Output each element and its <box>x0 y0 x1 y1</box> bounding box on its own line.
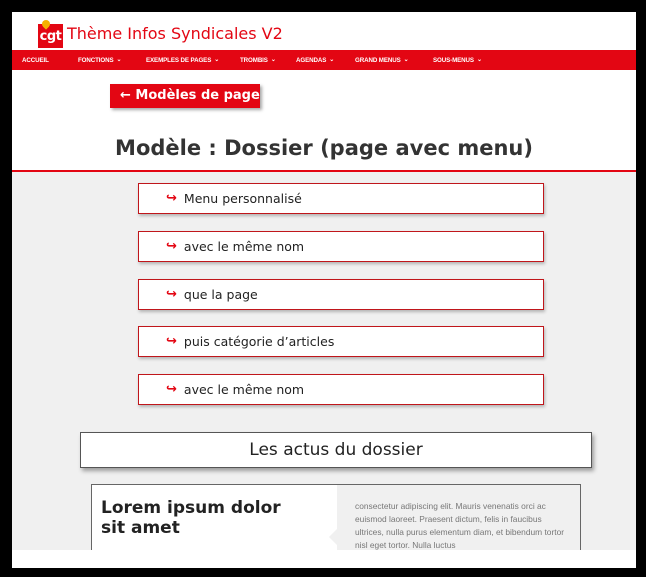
nav-item-grand-menus[interactable]: GRAND MENUS ⌄ <box>355 57 409 64</box>
dossier-menu-item-label: avec le même nom <box>183 239 305 254</box>
chevron-down-icon: ⌄ <box>270 57 276 63</box>
chevron-down-icon: ⌄ <box>329 57 335 63</box>
cgt-logo[interactable]: cgt <box>38 18 63 48</box>
nav-item-label: TROMBIS <box>240 56 268 64</box>
nav-item-label: GRAND MENUS <box>355 56 401 64</box>
nav-item-label: ACCUEIL <box>22 56 49 64</box>
back-to-page-models-button[interactable]: ← Modèles de page <box>110 84 260 108</box>
dossier-menu-item-label: avec le même nom <box>183 382 305 397</box>
nav-item-trombis[interactable]: TROMBIS ⌄ <box>240 57 276 64</box>
redo-arrow-icon: ↪ <box>166 239 177 254</box>
article-title[interactable]: Lorem ipsum dolor sit amet <box>101 498 291 538</box>
card-notch <box>329 529 337 545</box>
browser-viewport: cgt Thème Infos Syndicales V2 ACCUEIL FON… <box>12 12 636 568</box>
redo-arrow-icon: ↪ <box>166 334 177 349</box>
dossier-menu-item[interactable]: ↪ Menu personnalisé <box>138 183 544 214</box>
page-bottom-strip <box>12 550 636 568</box>
nav-item-label: SOUS-MENUS <box>433 56 474 64</box>
logo-text: cgt <box>39 29 62 44</box>
nav-item-label: FONCTIONS <box>78 56 114 64</box>
nav-item-fonctions[interactable]: FONCTIONS ⌄ <box>78 56 122 64</box>
nav-item-accueil[interactable]: ACCUEIL <box>22 57 49 64</box>
nav-item-label: AGENDAS <box>296 56 327 64</box>
redo-arrow-icon: ↪ <box>166 382 177 397</box>
dossier-menu-item-label: puis catégorie d’articles <box>183 334 335 349</box>
main-nav: ACCUEIL FONCTIONS ⌄ EXEMPLES DE PAGES ⌄ TROMB… <box>12 50 636 70</box>
flame-icon <box>40 18 52 30</box>
redo-arrow-icon: ↪ <box>166 287 177 302</box>
section-heading: Les actus du dossier <box>80 432 592 468</box>
site-title[interactable]: Thème Infos Syndicales V2 <box>67 24 283 44</box>
redo-arrow-icon: ↪ <box>166 191 177 206</box>
dossier-menu-item-label: Menu personnalisé <box>183 191 302 206</box>
page-header: ← Modèles de page Modèle : Dossier (page… <box>12 70 636 172</box>
chevron-down-icon: ⌄ <box>403 57 409 63</box>
page-title: Modèle : Dossier (page avec menu) <box>115 136 533 160</box>
nav-item-label: EXEMPLES DE PAGES <box>146 56 212 64</box>
dossier-menu-item[interactable]: ↪ puis catégorie d’articles <box>138 326 544 357</box>
chevron-down-icon: ⌄ <box>476 57 482 63</box>
dossier-menu-item[interactable]: ↪ que la page <box>138 279 544 310</box>
site-header: cgt Thème Infos Syndicales V2 <box>12 12 636 50</box>
nav-item-sous-menus[interactable]: SOUS-MENUS ⌄ <box>433 57 482 64</box>
dossier-menu-item-label: que la page <box>183 287 258 302</box>
nav-item-agendas[interactable]: AGENDAS ⌄ <box>296 57 334 64</box>
dossier-menu-item[interactable]: ↪ avec le même nom <box>138 374 544 405</box>
dossier-menu-item[interactable]: ↪ avec le même nom <box>138 231 544 262</box>
chevron-down-icon: ⌄ <box>116 57 122 63</box>
chevron-down-icon: ⌄ <box>214 57 220 63</box>
nav-item-exemples-de-pages[interactable]: EXEMPLES DE PAGES ⌄ <box>146 57 219 64</box>
